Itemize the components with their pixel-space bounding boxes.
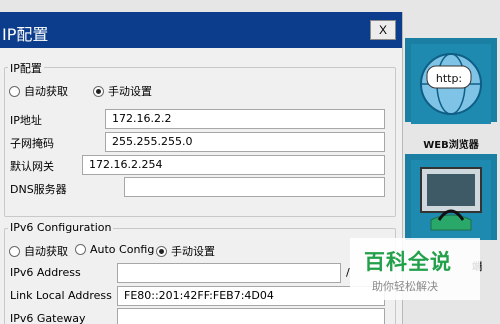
ipv6-address-label: IPv6 Address (10, 266, 81, 279)
radio-dot-icon (9, 245, 20, 257)
radio-label: 自动获取 (24, 245, 68, 258)
top-strip-text: "" (238, 0, 247, 6)
ip-address-label: IP地址 (10, 114, 42, 127)
radio-selected-icon (156, 245, 167, 257)
top-strip: "" (0, 0, 500, 12)
radio-label: 自动获取 (24, 85, 68, 98)
ipv6-radio-autoconfig[interactable]: Auto Config (75, 243, 154, 256)
window-title: IP配置 (2, 25, 49, 44)
ipv6-address-field[interactable] (117, 263, 341, 283)
http-bubble-text: http: (436, 72, 462, 85)
dns-server-label: DNS服务器 (10, 183, 67, 196)
watermark: 百科全说 助你轻松解决 (350, 238, 480, 300)
watermark-title: 百科全说 (364, 250, 452, 274)
ipv6-group-legend: IPv6 Configuration (8, 221, 114, 234)
radio-label: Auto Config (90, 243, 155, 256)
default-gateway-label: 默认网关 (10, 160, 54, 173)
link-local-label: Link Local Address (10, 289, 112, 302)
watermark-subtitle: 助你轻松解决 (372, 280, 438, 293)
ipv4-radio-auto[interactable]: 自动获取 (9, 83, 68, 99)
radio-dot-icon (9, 85, 20, 97)
subnet-mask-label: 子网掩码 (10, 137, 54, 150)
ipv6-gateway-label: IPv6 Gateway (10, 312, 86, 324)
ipv4-group-legend: IP配置 (8, 60, 44, 76)
web-browser-label: WEB浏览器 (423, 140, 479, 151)
close-button[interactable]: X (370, 20, 396, 40)
ipv6-radio-manual[interactable]: 手动设置 (156, 243, 215, 259)
terminal-icon (411, 160, 491, 240)
ipv6-gateway-field[interactable] (117, 308, 385, 324)
window-titlebar: IP配置 X (0, 12, 402, 48)
ip-address-field[interactable]: 172.16.2.2 (105, 109, 385, 129)
web-browser-icon: http: (411, 44, 491, 124)
default-gateway-field[interactable]: 172.16.2.254 (82, 155, 385, 175)
dns-server-field[interactable] (124, 177, 385, 197)
subnet-mask-field[interactable]: 255.255.255.0 (105, 132, 385, 152)
terminal-tile[interactable] (405, 154, 497, 240)
web-browser-tile[interactable]: http: (405, 38, 497, 124)
radio-dot-icon (75, 244, 86, 255)
radio-label: 手动设置 (108, 85, 152, 98)
ipv6-radio-auto[interactable]: 自动获取 (9, 243, 68, 259)
radio-selected-icon (93, 85, 104, 97)
ipv4-radio-manual[interactable]: 手动设置 (93, 83, 152, 99)
radio-label: 手动设置 (171, 245, 215, 258)
link-local-field[interactable]: FE80::201:42FF:FEB7:4D04 (117, 286, 385, 306)
ip-config-dialog: IP配置 自动获取 手动设置 IP地址 172.16.2.2 子网掩码 255.… (0, 48, 402, 324)
